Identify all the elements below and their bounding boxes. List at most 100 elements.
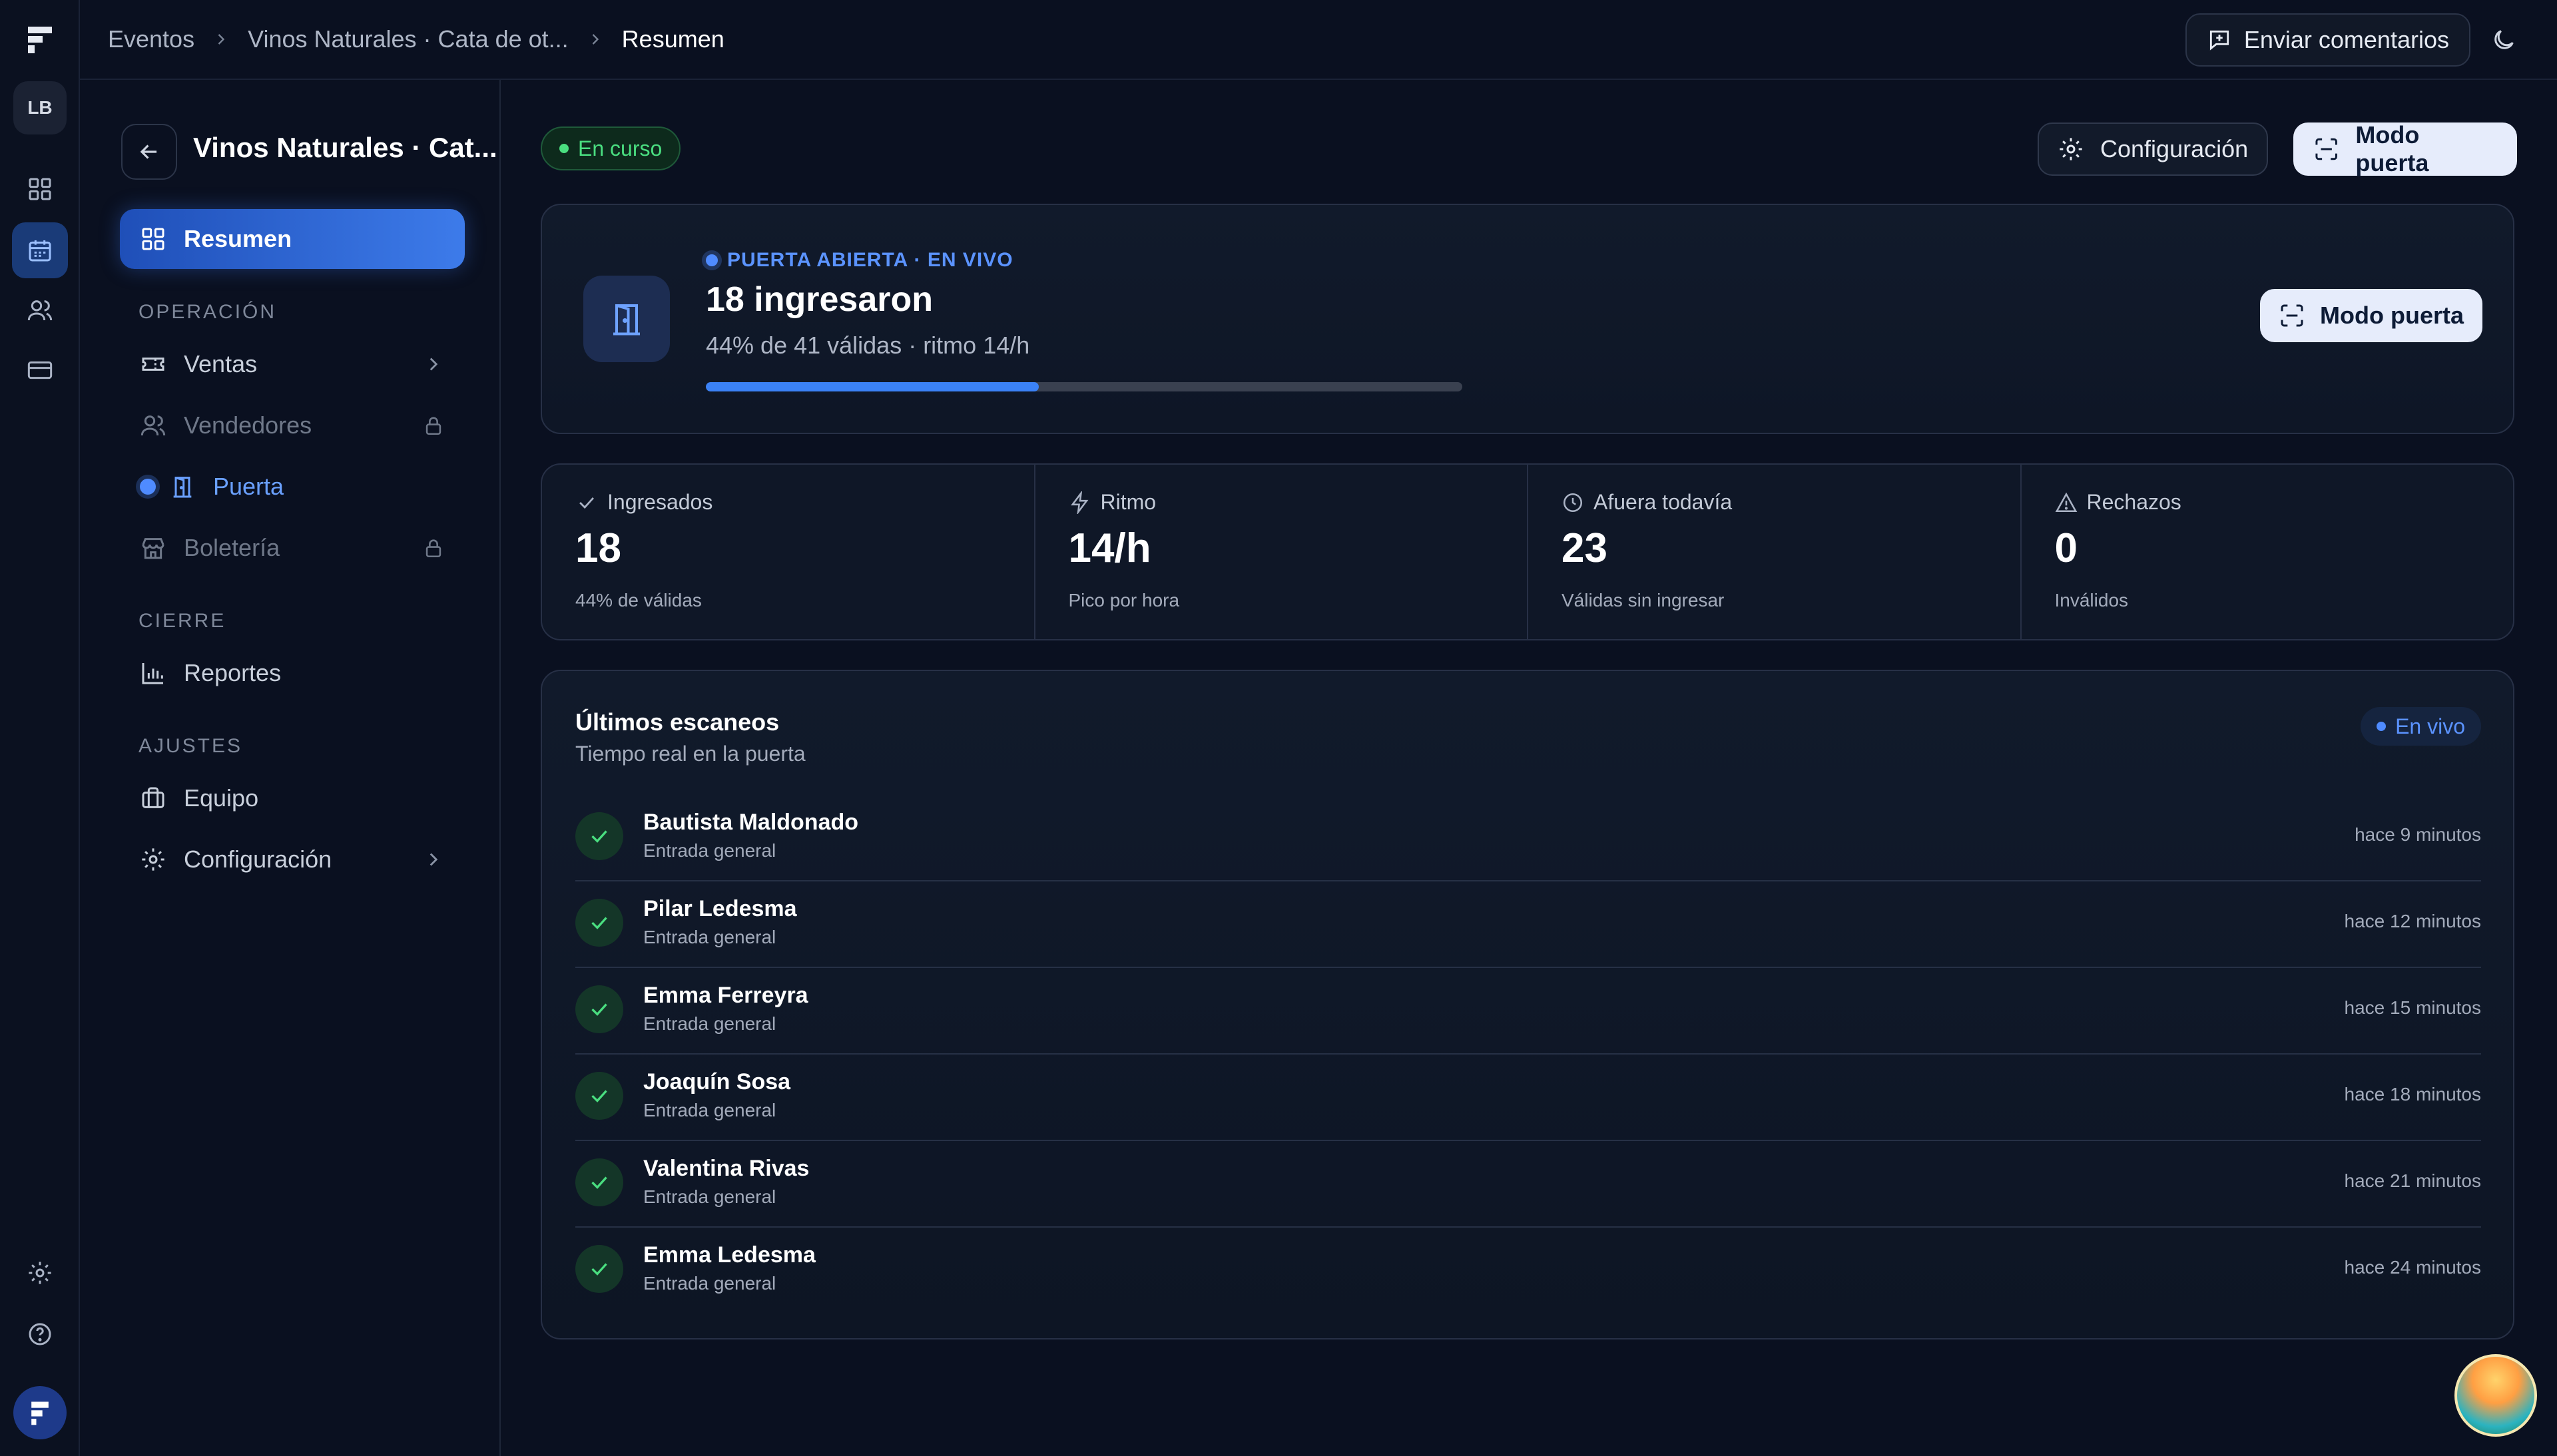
app-logo-icon[interactable]: [24, 24, 56, 56]
app-rail: LB: [0, 0, 80, 1456]
door-live-status: PUERTA ABIERTA · EN VIVO: [706, 249, 1013, 272]
sidebar-item-label: Equipo: [184, 784, 259, 812]
attendee-name: Valentina Rivas: [643, 1156, 810, 1181]
hero-door-mode-button[interactable]: Modo puerta: [2260, 289, 2482, 342]
list-item[interactable]: Pilar Ledesma Entrada general hace 12 mi…: [575, 881, 2481, 968]
rail-users-icon[interactable]: [12, 282, 68, 338]
back-button[interactable]: [121, 124, 177, 180]
door-mode-button[interactable]: Modo puerta: [2293, 121, 2517, 176]
configuration-button[interactable]: Configuración: [2038, 122, 2269, 176]
stat-label-text: Rechazos: [2086, 490, 2181, 514]
moon-icon: [2494, 30, 2514, 49]
stat-note: Inválidos: [2054, 590, 2129, 610]
sidebar-item-reportes[interactable]: Reportes: [120, 643, 465, 703]
stat-label: Afuera todavía: [1562, 490, 1732, 515]
check-icon: [575, 1158, 623, 1206]
checked-in-subtitle: 44% de 41 válidas · ritmo 14/h: [706, 332, 1030, 359]
ticket-type: Entrada general: [643, 1013, 776, 1034]
list-item[interactable]: Emma Ledesma Entrada general hace 24 min…: [575, 1228, 2481, 1314]
list-item[interactable]: Joaquín Sosa Entrada general hace 18 min…: [575, 1055, 2481, 1141]
checkin-progress-bar: [706, 382, 1462, 391]
bar-chart-icon: [142, 663, 163, 684]
live-badge: En vivo: [2361, 707, 2481, 746]
section-operacion: OPERACIÓN: [139, 301, 277, 323]
configuration-button-label: Configuración: [2100, 135, 2249, 162]
users-icon: [141, 415, 166, 436]
stats-panel: Ingresados 18 44% de válidas Ritmo 14/h …: [541, 463, 2514, 640]
door-mode-button-label: Modo puerta: [2355, 121, 2429, 176]
stat-rechazos: Rechazos 0 Inválidos: [2022, 465, 2514, 639]
alert-icon: [2055, 492, 2077, 512]
brand-logo-icon[interactable]: [13, 1386, 67, 1439]
breadcrumb-current: Resumen: [621, 25, 724, 53]
stat-label-text: Afuera todavía: [1593, 490, 1733, 514]
ticket-icon: [142, 358, 164, 371]
check-icon: [575, 812, 623, 860]
rail-dashboard-icon[interactable]: [12, 161, 68, 217]
section-cierre: CIERRE: [139, 610, 226, 632]
door-status-card: PUERTA ABIERTA · EN VIVO 18 ingresaron 4…: [541, 204, 2514, 434]
assistant-avatar[interactable]: [2454, 1354, 2537, 1437]
sidebar-item-resumen[interactable]: Resumen: [120, 209, 465, 269]
scan-icon: [2315, 138, 2337, 160]
message-plus-icon: [2209, 30, 2229, 51]
scan-icon: [2281, 304, 2303, 327]
chevron-right-icon: [422, 353, 445, 375]
sidebar-item-label: Vendedores: [184, 411, 312, 439]
rail-settings-icon[interactable]: [12, 1245, 68, 1301]
status-badge: En curso: [541, 126, 681, 170]
zap-icon: [1070, 491, 1088, 514]
ticket-type: Entrada general: [643, 1100, 776, 1120]
stat-label: Ritmo: [1069, 490, 1156, 515]
check-icon: [575, 1072, 623, 1120]
rail-help-icon[interactable]: [12, 1306, 68, 1362]
rail-card-icon[interactable]: [12, 342, 68, 398]
stat-note: 44% de válidas: [575, 590, 702, 610]
gear-icon: [142, 848, 164, 871]
attendee-name: Emma Ferreyra: [643, 983, 808, 1008]
stat-ingresados: Ingresados 18 44% de válidas: [542, 465, 1035, 639]
event-title: Vinos Naturales · Cat...: [193, 132, 497, 163]
store-icon: [142, 538, 164, 559]
stat-afuera: Afuera todavía 23 Válidas sin ingresar: [1528, 465, 2022, 639]
check-icon: [575, 899, 623, 947]
scan-time: hace 24 minutos: [2344, 1257, 2481, 1278]
scan-time: hace 9 minutos: [2355, 824, 2481, 845]
user-avatar[interactable]: LB: [13, 81, 67, 134]
status-badge-label: En curso: [578, 136, 663, 160]
sidebar-item-equipo[interactable]: Equipo: [120, 768, 465, 828]
sidebar-item-label: Ventas: [184, 350, 258, 377]
send-feedback-label: Enviar comentarios: [2243, 26, 2449, 53]
sidebar-item-label: Puerta: [213, 473, 284, 500]
sidebar-item-boleteria[interactable]: Boletería: [120, 518, 465, 578]
scan-time: hace 21 minutos: [2344, 1170, 2481, 1191]
list-item[interactable]: Bautista Maldonado Entrada general hace …: [575, 795, 2481, 881]
list-item[interactable]: Emma Ferreyra Entrada general hace 15 mi…: [575, 968, 2481, 1055]
breadcrumb-eventos[interactable]: Eventos: [108, 25, 194, 53]
stat-note: Válidas sin ingresar: [1562, 590, 1725, 610]
event-sidebar: Vinos Naturales · Cat... Resumen OPERACI…: [80, 80, 501, 1456]
breadcrumb-event[interactable]: Vinos Naturales · Cata de ot...: [248, 25, 569, 53]
arrow-left-icon: [140, 144, 157, 159]
theme-toggle-button[interactable]: [2484, 20, 2524, 60]
sidebar-item-puerta[interactable]: Puerta: [120, 457, 465, 517]
live-dot: [2377, 722, 2387, 731]
stat-ritmo: Ritmo 14/h Pico por hora: [1035, 465, 1528, 639]
recent-scans-title: Últimos escaneos: [575, 708, 780, 736]
sidebar-item-vendedores[interactable]: Vendedores: [120, 395, 465, 455]
sidebar-item-ventas[interactable]: Ventas: [120, 334, 465, 394]
stat-value: 14/h: [1068, 525, 1151, 571]
stat-label: Ingresados: [575, 490, 712, 515]
stat-label-text: Ingresados: [607, 490, 713, 514]
sidebar-item-configuracion[interactable]: Configuración: [120, 830, 465, 889]
top-bar: Eventos Vinos Naturales · Cata de ot... …: [80, 0, 2557, 80]
checked-in-title: 18 ingresaron: [706, 280, 934, 319]
breadcrumb: Eventos Vinos Naturales · Cata de ot... …: [108, 25, 724, 53]
live-badge-label: En vivo: [2395, 714, 2465, 738]
send-feedback-button[interactable]: Enviar comentarios: [2185, 13, 2470, 67]
check-icon: [575, 985, 623, 1033]
rail-calendar-icon[interactable]: [12, 222, 68, 278]
list-item[interactable]: Valentina Rivas Entrada general hace 21 …: [575, 1141, 2481, 1228]
attendee-name: Pilar Ledesma: [643, 896, 797, 921]
ticket-type: Entrada general: [643, 840, 776, 861]
